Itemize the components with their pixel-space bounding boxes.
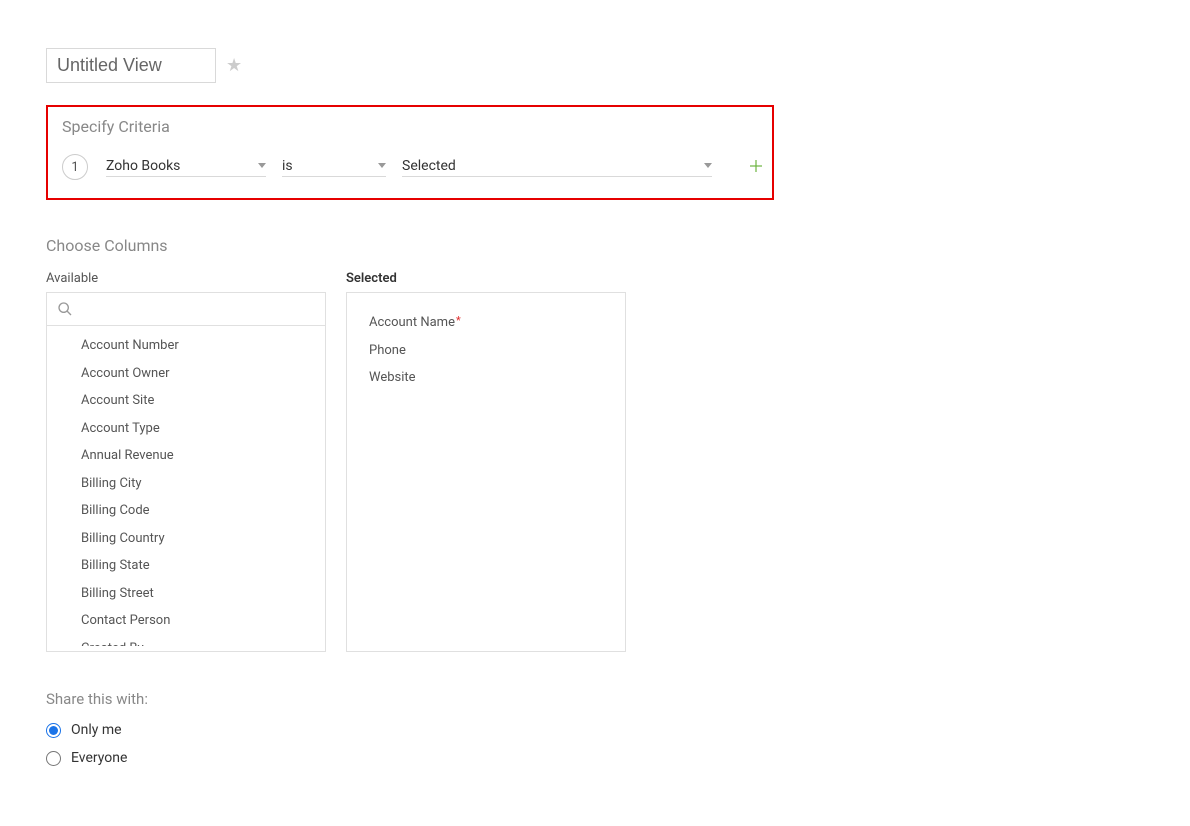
available-column-item[interactable]: Billing Country xyxy=(47,525,325,553)
share-option-label: Everyone xyxy=(71,750,127,766)
criteria-operator-value: is xyxy=(282,158,372,174)
share-option-radio[interactable] xyxy=(46,723,61,738)
selected-label: Selected xyxy=(346,271,626,286)
selected-column-item[interactable]: Account Name* xyxy=(347,309,625,337)
share-heading: Share this with: xyxy=(46,690,1144,708)
available-column-item[interactable]: Billing Code xyxy=(47,497,325,525)
required-star-icon: * xyxy=(456,314,461,327)
share-option-label: Only me xyxy=(71,722,122,738)
criteria-number-badge: 1 xyxy=(62,154,88,180)
selected-column-item[interactable]: Phone xyxy=(347,337,625,365)
available-label: Available xyxy=(46,271,326,286)
available-list[interactable]: Account NumberAccount OwnerAccount SiteA… xyxy=(47,326,325,646)
available-column-item[interactable]: Contact Person xyxy=(47,607,325,635)
columns-wrap: Available Account NumberAccount OwnerAcc… xyxy=(46,271,1144,652)
chevron-down-icon xyxy=(258,163,266,168)
selected-list[interactable]: Account Name*PhoneWebsite xyxy=(346,292,626,652)
view-title-input[interactable] xyxy=(46,48,216,83)
share-option-row[interactable]: Everyone xyxy=(46,750,1144,766)
columns-heading: Choose Columns xyxy=(46,236,1144,255)
available-search-input[interactable] xyxy=(81,302,315,317)
available-column-block: Available Account NumberAccount OwnerAcc… xyxy=(46,271,326,652)
criteria-section: Specify Criteria 1 Zoho Books is Selecte… xyxy=(46,105,774,200)
available-list-box: Account NumberAccount OwnerAccount SiteA… xyxy=(46,292,326,652)
available-column-item[interactable]: Billing State xyxy=(47,552,325,580)
add-criteria-icon[interactable] xyxy=(750,159,762,175)
share-option-radio[interactable] xyxy=(46,751,61,766)
search-icon xyxy=(57,301,73,317)
available-column-item[interactable]: Annual Revenue xyxy=(47,442,325,470)
criteria-row: 1 Zoho Books is Selected xyxy=(62,154,758,180)
columns-section: Choose Columns Available Account NumberA… xyxy=(46,236,1144,652)
available-column-item[interactable]: Account Type xyxy=(47,415,325,443)
criteria-field-dropdown[interactable]: Zoho Books xyxy=(106,158,266,177)
available-column-item[interactable]: Billing City xyxy=(47,470,325,498)
share-options: Only me Everyone xyxy=(46,722,1144,766)
favorite-star-icon[interactable]: ★ xyxy=(226,55,242,76)
available-column-item[interactable]: Account Site xyxy=(47,387,325,415)
available-column-item[interactable]: Created By xyxy=(47,635,325,647)
criteria-operator-dropdown[interactable]: is xyxy=(282,158,386,177)
criteria-value-text: Selected xyxy=(402,158,698,174)
share-option-row[interactable]: Only me xyxy=(46,722,1144,738)
criteria-heading: Specify Criteria xyxy=(62,117,758,136)
selected-column-item[interactable]: Website xyxy=(347,364,625,392)
selected-column-block: Selected Account Name*PhoneWebsite xyxy=(346,271,626,652)
chevron-down-icon xyxy=(378,163,386,168)
available-column-item[interactable]: Account Owner xyxy=(47,360,325,388)
available-column-item[interactable]: Account Number xyxy=(47,332,325,360)
chevron-down-icon xyxy=(704,163,712,168)
share-section: Share this with: Only me Everyone xyxy=(46,690,1144,766)
available-column-item[interactable]: Billing Street xyxy=(47,580,325,608)
criteria-value-dropdown[interactable]: Selected xyxy=(402,158,712,177)
criteria-field-value: Zoho Books xyxy=(106,158,252,174)
view-title-row: ★ xyxy=(46,48,1144,83)
available-search-row xyxy=(47,293,325,326)
